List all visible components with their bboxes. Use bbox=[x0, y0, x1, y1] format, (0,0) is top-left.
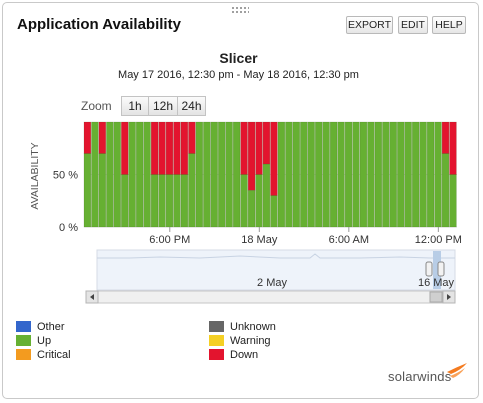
bar-up-15[interactable] bbox=[195, 121, 203, 228]
legend-swatch bbox=[16, 335, 31, 346]
bar-up-40[interactable] bbox=[382, 121, 390, 228]
bar-up-7[interactable] bbox=[136, 121, 144, 228]
legend-swatch bbox=[16, 349, 31, 360]
bar-up-21[interactable] bbox=[240, 174, 248, 228]
bar-up-46[interactable] bbox=[426, 121, 435, 228]
legend-item-unknown: Unknown bbox=[209, 321, 276, 335]
bar-up-28[interactable] bbox=[292, 121, 300, 228]
bar-up-49[interactable] bbox=[449, 174, 457, 228]
navigator-left-handle[interactable] bbox=[425, 261, 433, 277]
x-tick-label: 6:00 PM bbox=[149, 234, 190, 246]
bar-up-33[interactable] bbox=[329, 121, 338, 228]
y-axis-label: AVAILABILITY bbox=[29, 142, 41, 209]
legend-item-critical: Critical bbox=[16, 349, 71, 363]
bar-down-0[interactable] bbox=[83, 121, 92, 154]
bar-up-37[interactable] bbox=[359, 121, 368, 228]
y-tick-label: 0 % bbox=[59, 222, 78, 234]
bar-down-12[interactable] bbox=[173, 121, 181, 175]
bar-up-26[interactable] bbox=[277, 121, 286, 228]
bar-up-18[interactable] bbox=[218, 121, 226, 228]
bar-up-24[interactable] bbox=[262, 163, 271, 228]
bar-up-16[interactable] bbox=[203, 121, 211, 228]
bar-up-39[interactable] bbox=[374, 121, 383, 228]
bar-up-48[interactable] bbox=[441, 153, 450, 228]
bar-down-48[interactable] bbox=[441, 121, 450, 154]
x-tick-label: 12:00 PM bbox=[415, 234, 462, 246]
bar-up-36[interactable] bbox=[352, 121, 360, 228]
bar-up-47[interactable] bbox=[434, 121, 442, 228]
bar-down-14[interactable] bbox=[188, 121, 196, 154]
bar-up-3[interactable] bbox=[106, 121, 114, 228]
legend-swatch bbox=[209, 335, 224, 346]
bar-down-2[interactable] bbox=[98, 121, 106, 154]
x-tick-label: 18 May bbox=[241, 234, 278, 246]
legend-item-warning: Warning bbox=[209, 335, 271, 349]
bar-down-5[interactable] bbox=[121, 121, 129, 175]
bar-up-0[interactable] bbox=[83, 153, 92, 228]
x-tick-label: 6:00 AM bbox=[329, 234, 369, 246]
bar-up-42[interactable] bbox=[397, 121, 405, 228]
bar-down-22[interactable] bbox=[247, 121, 256, 191]
bar-up-45[interactable] bbox=[419, 121, 427, 228]
bar-up-9[interactable] bbox=[150, 174, 159, 228]
bar-up-4[interactable] bbox=[113, 121, 121, 228]
bar-up-22[interactable] bbox=[247, 190, 256, 228]
bar-up-1[interactable] bbox=[91, 121, 99, 228]
bar-up-31[interactable] bbox=[315, 121, 323, 228]
scrollbar-thumb[interactable] bbox=[429, 291, 443, 303]
bar-up-30[interactable] bbox=[307, 121, 315, 228]
bar-up-14[interactable] bbox=[188, 153, 196, 228]
bar-down-23[interactable] bbox=[255, 121, 263, 175]
bar-up-25[interactable] bbox=[270, 195, 278, 228]
bar-up-11[interactable] bbox=[165, 174, 174, 228]
bar-up-44[interactable] bbox=[412, 121, 420, 228]
solarwinds-logo-icon bbox=[447, 363, 467, 378]
navigator-label-2-may: 2 May bbox=[257, 277, 287, 289]
navigator-scrollbar[interactable] bbox=[85, 290, 456, 304]
y-tick-label: 50 % bbox=[53, 170, 78, 182]
bar-up-10[interactable] bbox=[158, 174, 166, 228]
legend-item-up: Up bbox=[16, 335, 51, 349]
legend-item-down: Down bbox=[209, 349, 258, 363]
bar-up-6[interactable] bbox=[128, 121, 136, 228]
scrollbar-track[interactable] bbox=[85, 290, 456, 304]
legend-swatch bbox=[209, 349, 224, 360]
bar-down-49[interactable] bbox=[449, 121, 457, 175]
bar-up-8[interactable] bbox=[143, 121, 151, 228]
bar-up-38[interactable] bbox=[367, 121, 375, 228]
bar-up-12[interactable] bbox=[173, 174, 181, 228]
bar-down-25[interactable] bbox=[270, 121, 278, 196]
bar-down-21[interactable] bbox=[240, 121, 248, 175]
bar-up-43[interactable] bbox=[404, 121, 412, 228]
bar-down-11[interactable] bbox=[165, 121, 174, 175]
legend-swatch bbox=[16, 321, 31, 332]
bar-up-41[interactable] bbox=[389, 121, 397, 228]
range-navigator[interactable]: 2 May 16 May bbox=[96, 249, 456, 291]
bar-up-20[interactable] bbox=[232, 121, 241, 228]
bar-up-13[interactable] bbox=[180, 174, 189, 228]
legend-swatch bbox=[209, 321, 224, 332]
bar-up-32[interactable] bbox=[322, 121, 330, 228]
solarwinds-logo-text: solarwinds bbox=[388, 369, 452, 384]
navigator-right-handle[interactable] bbox=[437, 261, 445, 277]
bar-up-19[interactable] bbox=[225, 121, 233, 228]
navigator-label-16-may: 16 May bbox=[418, 277, 455, 289]
bar-down-13[interactable] bbox=[180, 121, 189, 175]
bar-up-27[interactable] bbox=[285, 121, 293, 228]
bar-up-5[interactable] bbox=[121, 174, 129, 228]
bar-up-2[interactable] bbox=[98, 153, 106, 228]
bar-up-23[interactable] bbox=[255, 174, 263, 228]
bar-down-10[interactable] bbox=[158, 121, 166, 175]
bar-up-29[interactable] bbox=[300, 121, 308, 228]
bar-up-17[interactable] bbox=[210, 121, 218, 228]
bar-down-9[interactable] bbox=[150, 121, 159, 175]
bar-down-24[interactable] bbox=[262, 121, 271, 165]
legend-item-other: Other bbox=[16, 321, 65, 335]
bar-up-34[interactable] bbox=[337, 121, 345, 228]
bar-up-35[interactable] bbox=[344, 121, 353, 228]
